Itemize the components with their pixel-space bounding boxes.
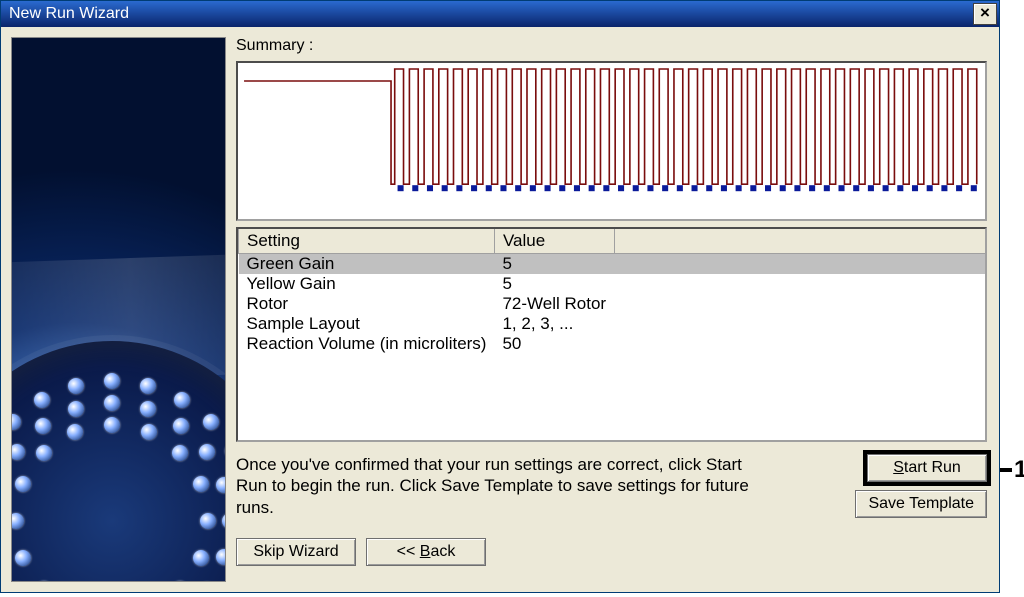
wizard-body: Summary : Setting Value Green Gain5Yello… xyxy=(1,27,999,592)
cell-value: 50 xyxy=(494,334,614,354)
table-row[interactable]: Yellow Gain5 xyxy=(239,274,986,294)
titlebar: New Run Wizard × xyxy=(1,1,999,27)
callout-number: 1 xyxy=(1014,456,1024,484)
skip-wizard-button[interactable]: Skip Wizard xyxy=(236,538,356,566)
cell-value: 72-Well Rotor xyxy=(494,294,614,314)
save-template-button[interactable]: Save Template xyxy=(855,490,987,518)
table-row[interactable]: Sample Layout1, 2, 3, ... xyxy=(239,314,986,334)
settings-table-wrap: Setting Value Green Gain5Yellow Gain5Rot… xyxy=(236,227,987,442)
back-button[interactable]: << Back xyxy=(366,538,486,566)
col-spacer xyxy=(614,229,985,254)
callout-dash xyxy=(1000,468,1012,472)
cell-setting: Yellow Gain xyxy=(239,274,495,294)
nav-button-row: Skip Wizard << Back xyxy=(236,538,987,566)
table-row[interactable]: Rotor72-Well Rotor xyxy=(239,294,986,314)
table-row[interactable]: Green Gain5 xyxy=(239,254,986,275)
start-run-button[interactable]: Start Run xyxy=(867,454,987,482)
wizard-sidebar-image xyxy=(11,37,226,582)
cell-value: 5 xyxy=(494,274,614,294)
wizard-main: Summary : Setting Value Green Gain5Yello… xyxy=(236,37,987,582)
cell-setting: Sample Layout xyxy=(239,314,495,334)
col-value[interactable]: Value xyxy=(494,229,614,254)
instruction-text: Once you've confirmed that your run sett… xyxy=(236,454,766,518)
cell-setting: Rotor xyxy=(239,294,495,314)
table-row[interactable]: Reaction Volume (in microliters)50 xyxy=(239,334,986,354)
wizard-window: New Run Wizard × Summary : Setting Value xyxy=(0,0,1000,593)
window-title: New Run Wizard xyxy=(9,5,129,23)
callout-1: 1 xyxy=(1000,456,1024,484)
cell-setting: Reaction Volume (in microliters) xyxy=(239,334,495,354)
cell-value: 1, 2, 3, ... xyxy=(494,314,614,334)
summary-label: Summary : xyxy=(236,37,987,55)
cell-value: 5 xyxy=(494,254,614,275)
profile-plot xyxy=(236,61,987,221)
cell-setting: Green Gain xyxy=(239,254,495,275)
settings-table: Setting Value Green Gain5Yellow Gain5Rot… xyxy=(238,229,985,354)
col-setting[interactable]: Setting xyxy=(239,229,495,254)
close-button[interactable]: × xyxy=(973,3,997,25)
instruction-row: Once you've confirmed that your run sett… xyxy=(236,454,987,518)
